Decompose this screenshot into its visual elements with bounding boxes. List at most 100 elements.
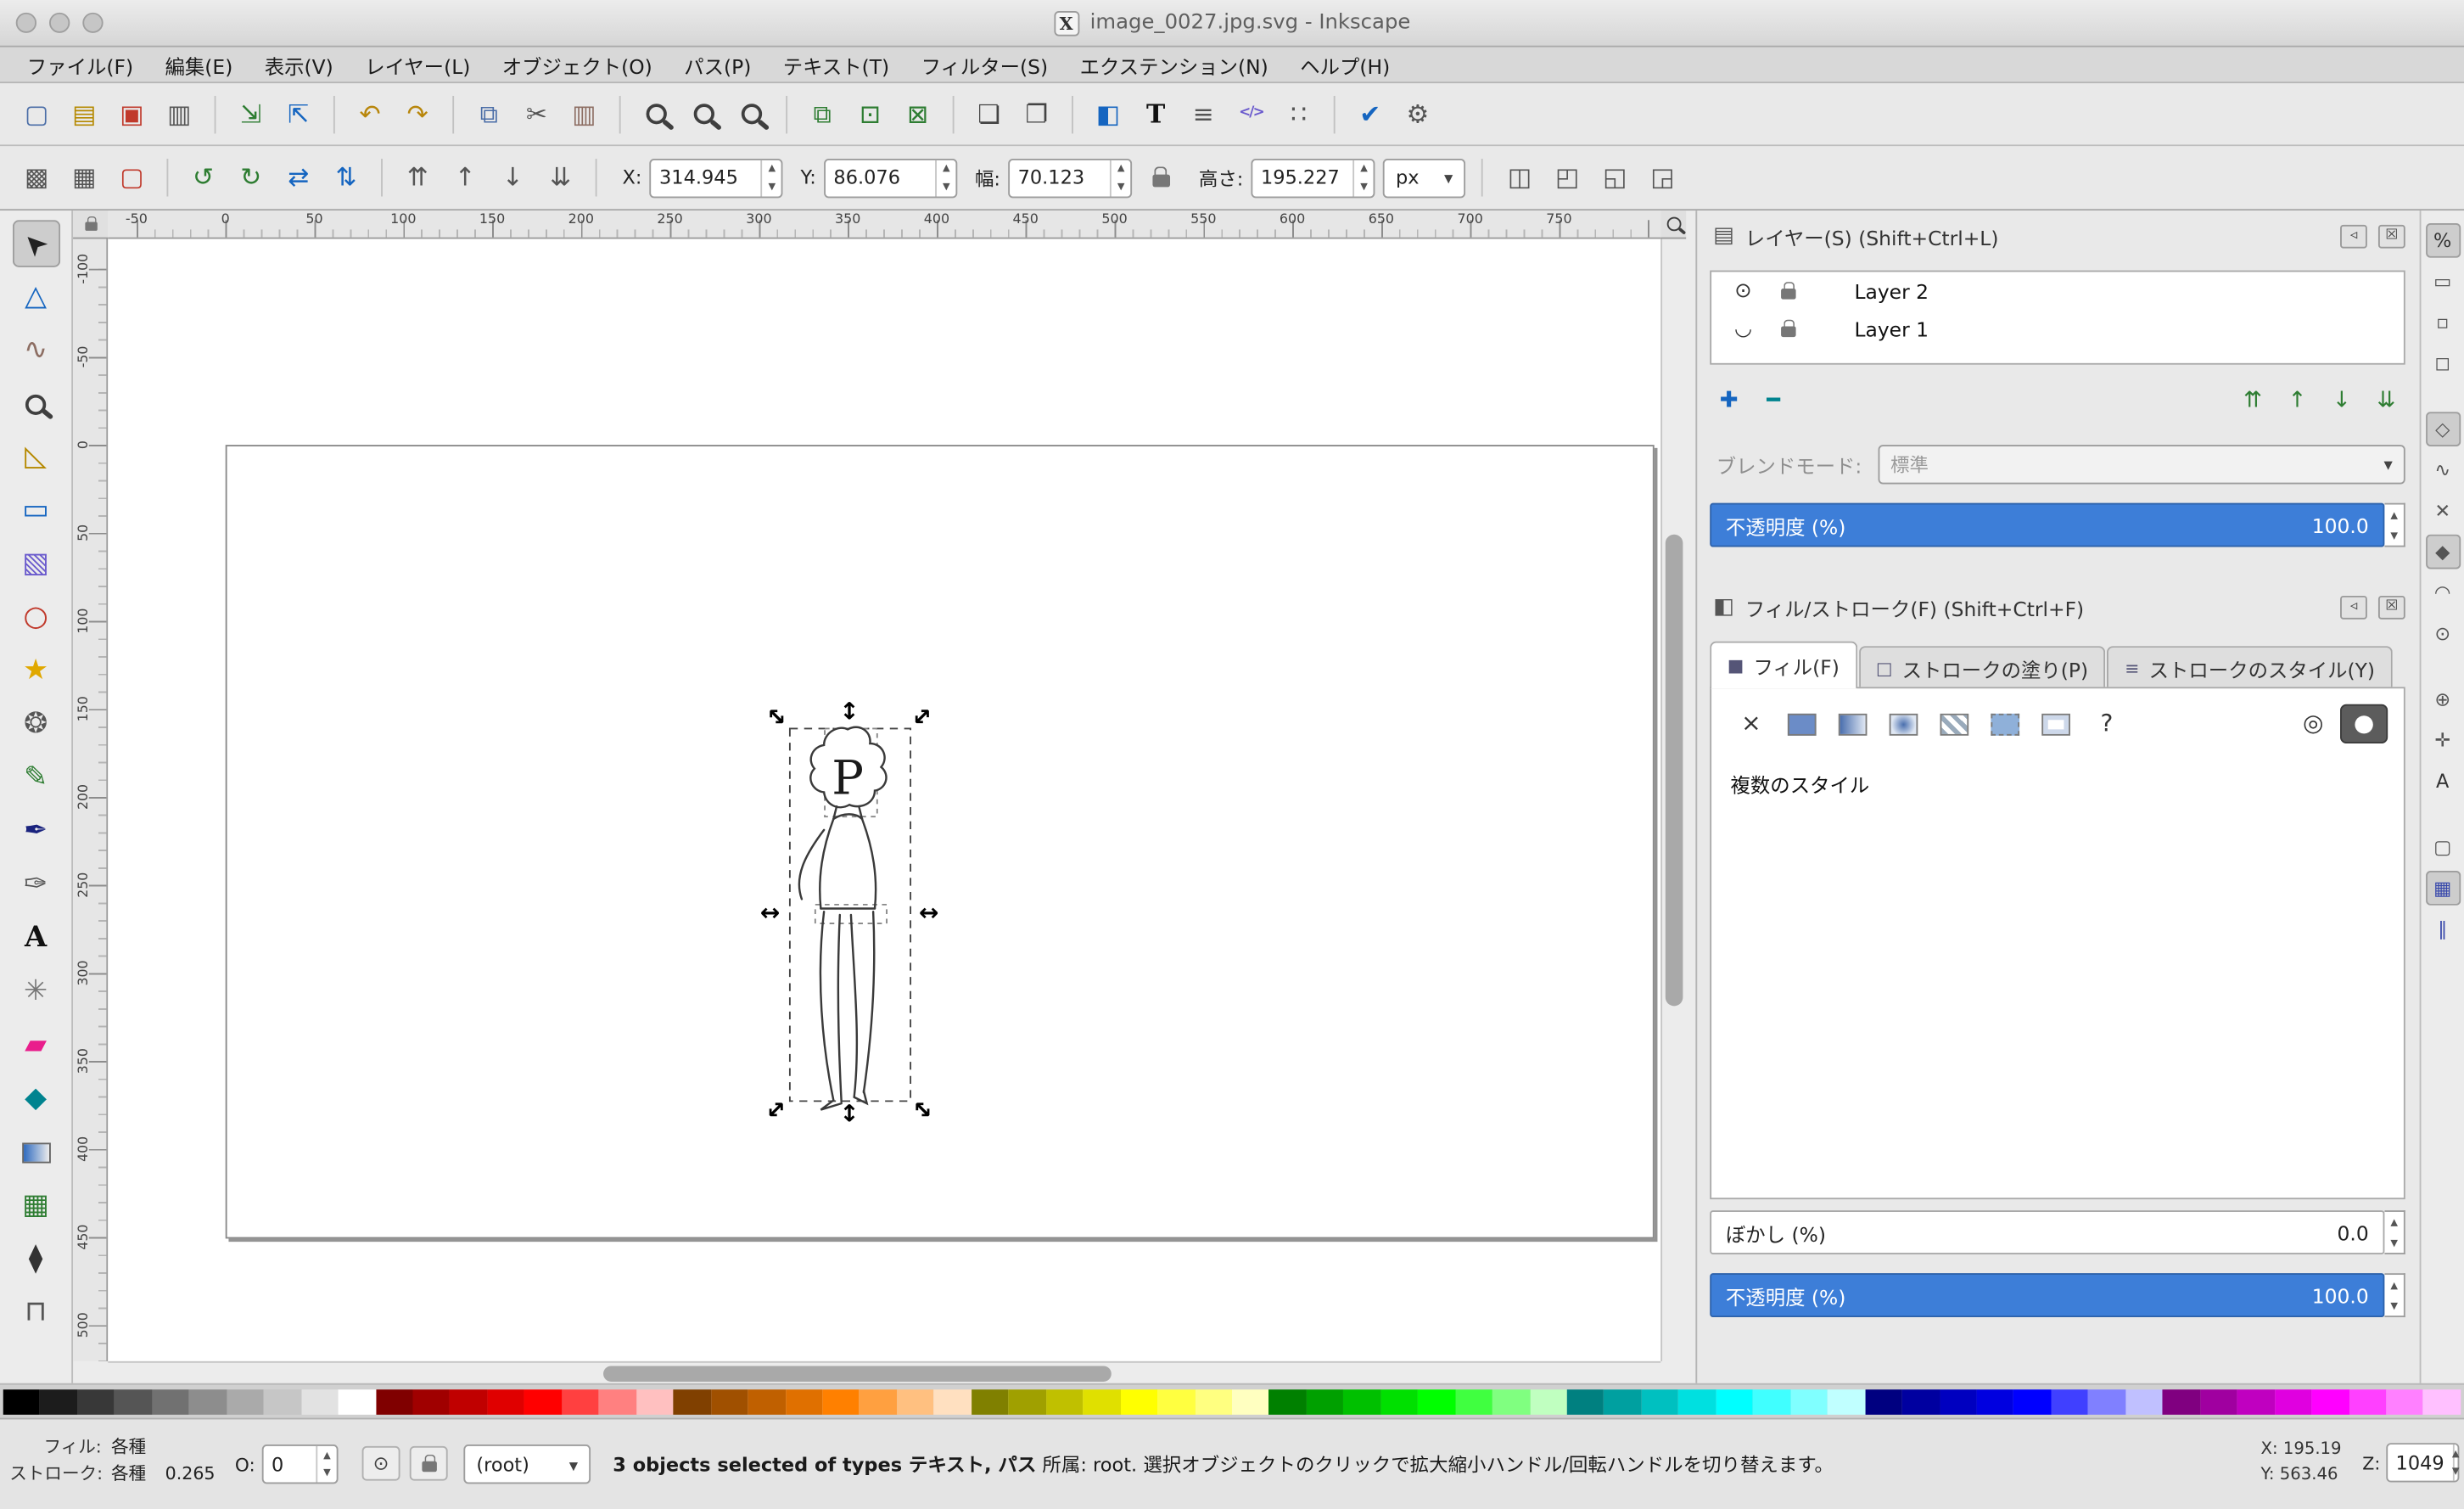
connector-tool[interactable]: ⊓ <box>12 1289 59 1337</box>
vertical-ruler[interactable]: -100-50050100150200250300350400450500 <box>73 239 108 1361</box>
snap-bbox-edges[interactable]: ▫ <box>2425 305 2460 339</box>
y-spinbox[interactable]: 86.076 <box>824 158 957 197</box>
palette-swatch[interactable] <box>264 1388 301 1414</box>
menu-item[interactable]: ヘルプ(H) <box>1285 47 1404 83</box>
palette-swatch[interactable] <box>674 1388 711 1414</box>
spin-down-icon[interactable] <box>2384 1295 2403 1315</box>
rectangle-tool[interactable]: ▭ <box>12 487 59 535</box>
palette-swatch[interactable] <box>1344 1388 1381 1414</box>
palette-swatch[interactable] <box>412 1388 450 1414</box>
blur-spinner[interactable] <box>2384 1210 2405 1254</box>
spin-up-icon[interactable] <box>2384 1275 2403 1295</box>
palette-swatch[interactable] <box>1679 1388 1716 1414</box>
layer-row[interactable]: ⊙Layer 2 <box>1711 272 2404 309</box>
palette-swatch[interactable] <box>1716 1388 1753 1414</box>
snap-midpoints[interactable]: ⊙ <box>2425 616 2460 651</box>
snap-nodes[interactable]: ◇ <box>2425 412 2460 446</box>
palette-swatch[interactable] <box>152 1388 189 1414</box>
align-dialog[interactable]: ∷ <box>1278 93 1319 134</box>
transform-pattern-toggle[interactable]: ◲ <box>1642 157 1683 198</box>
palette-swatch[interactable] <box>1232 1388 1269 1414</box>
palette-swatch[interactable] <box>599 1388 636 1414</box>
palette-swatch[interactable] <box>636 1388 674 1414</box>
close-button[interactable] <box>16 13 36 33</box>
snap-cusp-nodes[interactable]: ◆ <box>2425 535 2460 569</box>
snap-smooth-nodes[interactable]: ◠ <box>2425 575 2460 610</box>
spiral-tool[interactable]: ❂ <box>12 701 59 749</box>
menu-item[interactable]: オブジェクト(O) <box>488 47 667 83</box>
spin-up-icon[interactable] <box>763 160 781 177</box>
print-document[interactable]: ▥ <box>159 93 200 134</box>
palette-swatch[interactable] <box>487 1388 524 1414</box>
zoom-page[interactable] <box>731 93 772 134</box>
dropper-tool[interactable]: ⧫ <box>12 1236 59 1283</box>
blur-slider[interactable]: ぼかし (%) 0.0 <box>1710 1210 2384 1254</box>
clone[interactable]: ⊡ <box>849 93 891 134</box>
transform-gradient-toggle[interactable]: ◱ <box>1594 157 1636 198</box>
palette-swatch[interactable] <box>2088 1388 2125 1414</box>
snap-rotation-centers[interactable]: ✛ <box>2425 723 2460 758</box>
palette-swatch[interactable] <box>972 1388 1009 1414</box>
transform-corners-toggle[interactable]: ◰ <box>1547 157 1588 198</box>
deselect[interactable]: ▢ <box>111 157 153 198</box>
fill-mesh[interactable] <box>2032 704 2080 743</box>
fill-none[interactable]: × <box>1728 704 1775 743</box>
palette-swatch[interactable] <box>1418 1388 1455 1414</box>
layer-row[interactable]: ◡Layer 1 <box>1711 310 2404 347</box>
palette-swatch[interactable] <box>2237 1388 2275 1414</box>
palette-swatch[interactable] <box>1530 1388 1567 1414</box>
width-spinbox[interactable]: 70.123 <box>1008 158 1132 197</box>
height-spinner[interactable] <box>1352 160 1373 196</box>
width-spinner[interactable] <box>1110 160 1130 196</box>
fill-pattern[interactable] <box>1930 704 1978 743</box>
palette-swatch[interactable] <box>1195 1388 1232 1414</box>
ungroup[interactable]: ❐ <box>1016 93 1058 134</box>
text-dialog[interactable]: T <box>1135 93 1177 134</box>
palette-swatch[interactable] <box>1828 1388 1865 1414</box>
palette-swatch[interactable] <box>2349 1388 2386 1414</box>
layer-unlock-button[interactable] <box>1772 319 1803 338</box>
scale-handle-e[interactable]: ↔ <box>919 901 939 925</box>
collapse-panel-button[interactable]: ◃ <box>2340 224 2367 248</box>
tab-fill[interactable]: ■フィル(F) <box>1710 642 1856 689</box>
maximize-button[interactable] <box>82 13 103 33</box>
gradient-tool[interactable] <box>12 1129 59 1176</box>
collapse-panel-button[interactable]: ◃ <box>2340 595 2367 619</box>
palette-swatch[interactable] <box>897 1388 934 1414</box>
palette-swatch[interactable] <box>376 1388 413 1414</box>
snap-object-centers[interactable]: ⊕ <box>2425 682 2460 717</box>
spray-tool[interactable]: ✳ <box>12 968 59 1016</box>
redo[interactable]: ↷ <box>397 93 439 134</box>
zoom-tool[interactable] <box>12 380 59 428</box>
snap-toggle[interactable]: % <box>2425 223 2460 258</box>
box3d-tool[interactable]: ▧ <box>12 541 59 588</box>
object-opacity-slider[interactable]: 不透明度 (%) 100.0 <box>1710 1273 2384 1317</box>
spin-down-icon[interactable] <box>2454 1462 2458 1480</box>
palette-swatch[interactable] <box>1157 1388 1195 1414</box>
snap-paths[interactable]: ∿ <box>2425 452 2460 487</box>
flip-vertical[interactable]: ⇅ <box>326 157 367 198</box>
fill-swatch[interactable] <box>1981 704 2029 743</box>
fill-linear-gradient[interactable] <box>1829 704 1877 743</box>
lock-ratio-button[interactable] <box>1140 157 1182 198</box>
node-tool[interactable]: △ <box>12 273 59 321</box>
palette-swatch[interactable] <box>339 1388 376 1414</box>
palette-swatch[interactable] <box>822 1388 860 1414</box>
palette-swatch[interactable] <box>2013 1388 2051 1414</box>
menu-item[interactable]: ファイル(F) <box>13 47 148 83</box>
zoom-corner-button[interactable] <box>1660 210 1686 238</box>
tweak-tool[interactable]: ∿ <box>12 327 59 374</box>
add-layer[interactable]: ✚ <box>1710 384 1748 418</box>
measure-tool[interactable]: ◺ <box>12 434 59 481</box>
snap-intersections[interactable]: ✕ <box>2425 494 2460 529</box>
spin-up-icon[interactable] <box>1112 160 1130 177</box>
unlink-clone[interactable]: ⊠ <box>897 93 938 134</box>
rotate-ccw[interactable]: ↺ <box>182 157 224 198</box>
palette-swatch[interactable] <box>41 1388 78 1414</box>
scale-handle-w[interactable]: ↔ <box>760 901 781 925</box>
spin-down-icon[interactable] <box>2384 525 2403 546</box>
raise[interactable]: ↑ <box>445 157 486 198</box>
color-palette[interactable] <box>0 1383 2464 1418</box>
palette-swatch[interactable] <box>227 1388 264 1414</box>
palette-swatch[interactable] <box>1940 1388 1977 1414</box>
